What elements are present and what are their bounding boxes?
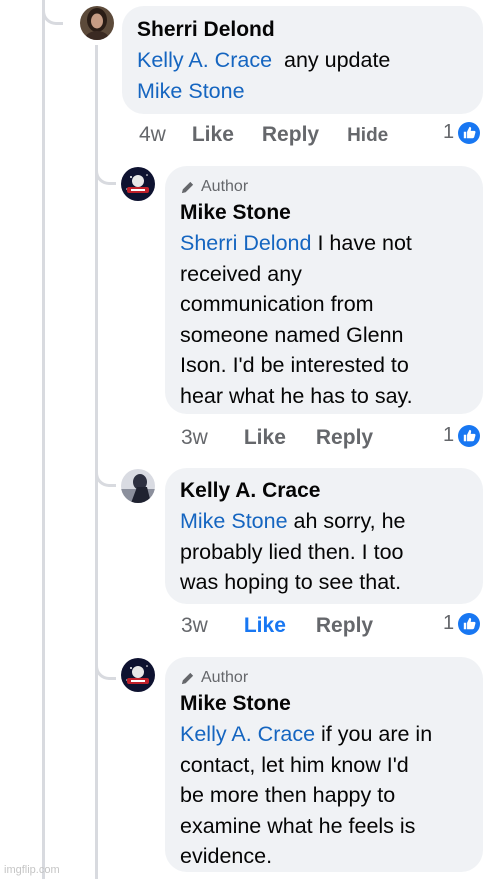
mention-link[interactable]: Kelly A. Crace	[137, 48, 272, 72]
like-button[interactable]: Like	[192, 123, 234, 147]
comment-author[interactable]: Mike Stone	[180, 690, 469, 717]
reaction-count[interactable]: 1	[443, 121, 481, 144]
author-badge-label: Author	[201, 669, 249, 686]
comment-author[interactable]: Kelly A. Crace	[180, 477, 469, 504]
comment-text: Ison. I'd be interested to	[180, 353, 409, 377]
comment-text: probably lied then. I too	[180, 539, 404, 564]
comment-text: if you are in	[321, 722, 433, 746]
reply-button[interactable]: Reply	[262, 123, 319, 147]
comment-actions: 4w Like Reply Hide	[139, 123, 416, 147]
comment-author[interactable]: Sherri Delond	[137, 16, 469, 43]
comment-bubble: Author Mike Stone Kelly A. Crace if you …	[165, 657, 483, 872]
comment-text: examine what he feels is	[180, 813, 416, 838]
comment-text: I have not	[317, 231, 412, 255]
author-badge-label: Author	[201, 178, 249, 195]
mention-link[interactable]: Sherri Delond	[180, 231, 311, 255]
thread-connector	[95, 160, 116, 185]
comment-text: evidence.	[180, 844, 273, 868]
comment-text: any update	[283, 48, 391, 72]
avatar-mike-stone[interactable]	[121, 658, 155, 692]
comment-actions: 3w Like Reply	[181, 614, 401, 638]
comment-text: ah sorry, he	[293, 509, 406, 533]
comment-text: contact, let him know I'd	[180, 752, 409, 777]
comment-text: hear what he has to say.	[180, 383, 413, 408]
comment-bubble: Sherri Delond Kelly A. Crace any update …	[122, 6, 483, 114]
watermark: imgflip.com	[4, 864, 60, 876]
timestamp[interactable]: 4w	[139, 123, 166, 147]
comment-bubble: Author Mike Stone Sherri Delond I have n…	[165, 166, 483, 414]
comment-text: someone named Glenn	[180, 322, 404, 347]
pencil-icon	[181, 672, 194, 684]
hide-button[interactable]: Hide	[347, 125, 388, 147]
like-button[interactable]: Like	[244, 426, 286, 450]
reply-button[interactable]: Reply	[316, 426, 373, 450]
thumbs-up-icon	[458, 121, 481, 144]
author-badge: Author	[180, 669, 469, 687]
comment-text: communication from	[180, 292, 374, 316]
mention-link[interactable]: Kelly A. Crace	[180, 722, 315, 746]
thread-connector	[42, 0, 63, 25]
avatar-sherri-delond[interactable]	[80, 6, 114, 40]
author-badge: Author	[180, 178, 469, 196]
avatar-mike-stone[interactable]	[121, 167, 155, 201]
reaction-count[interactable]: 1	[443, 612, 481, 635]
thumbs-up-icon	[458, 612, 481, 635]
thread-connector	[95, 655, 116, 680]
timestamp[interactable]: 3w	[181, 614, 208, 638]
avatar-kelly-crace[interactable]	[121, 469, 155, 503]
comment-bubble: Kelly A. Crace Mike Stone ah sorry, he p…	[165, 468, 483, 604]
reply-button[interactable]: Reply	[316, 614, 373, 638]
thread-line-outer	[42, 0, 45, 879]
comment-author[interactable]: Mike Stone	[180, 199, 469, 226]
thumbs-up-icon	[458, 424, 481, 447]
mention-link[interactable]: Mike Stone	[137, 79, 245, 103]
comment-actions: 3w Like Reply	[181, 426, 401, 450]
pencil-icon	[181, 181, 194, 193]
timestamp[interactable]: 3w	[181, 426, 208, 450]
reaction-count[interactable]: 1	[443, 424, 481, 447]
comment-text: received any	[180, 261, 302, 286]
thread-connector	[95, 462, 116, 487]
mention-link[interactable]: Mike Stone	[180, 509, 288, 533]
comment-text: was hoping to see that.	[180, 570, 402, 594]
comment-text: be more then happy to	[180, 783, 396, 807]
like-button[interactable]: Like	[244, 614, 286, 638]
